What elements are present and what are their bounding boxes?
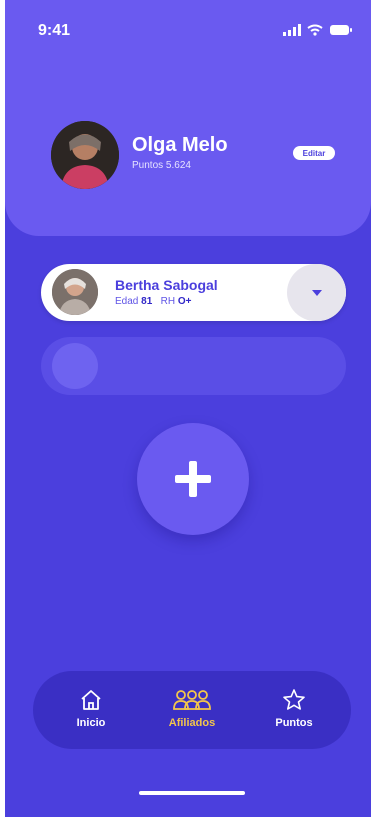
people-icon: [173, 690, 211, 710]
age-value: 81: [141, 296, 153, 307]
home-icon: [81, 690, 101, 710]
affiliate-dropdown-button[interactable]: [287, 264, 346, 321]
profile-photo: [51, 121, 119, 189]
wifi-icon: [307, 24, 323, 36]
chevron-down-icon: [311, 289, 322, 296]
signal-icon: [283, 24, 301, 36]
affiliate-card[interactable]: Bertha Sabogal Edad 81 RH O+: [41, 264, 346, 321]
edit-profile-button[interactable]: Editar: [293, 146, 335, 160]
tab-puntos[interactable]: Puntos: [259, 688, 329, 729]
rh-value: O+: [177, 296, 192, 307]
app-screen: 9:41 Olga Melo Puntos 5.624 Editar Berth…: [5, 0, 371, 817]
profile-points: Puntos 5.624: [132, 160, 191, 171]
rh-label: RH: [160, 296, 176, 307]
status-icons: [283, 24, 353, 36]
tab-inicio-label: Inicio: [76, 717, 106, 729]
battery-icon: [330, 25, 352, 35]
age-label: Edad: [115, 296, 139, 307]
tab-afiliados-label: Afiliados: [168, 717, 216, 729]
profile-avatar[interactable]: [51, 121, 119, 189]
star-icon: [283, 689, 305, 710]
add-affiliate-button[interactable]: [137, 423, 249, 535]
empty-affiliate-slot: [41, 337, 346, 395]
bottom-tab-bar: Inicio Afiliados Puntos: [33, 671, 351, 749]
tab-inicio[interactable]: Inicio: [56, 688, 126, 729]
status-time: 9:41: [38, 22, 71, 39]
tab-puntos-label: Puntos: [275, 717, 313, 729]
profile-name: Olga Melo: [132, 134, 228, 156]
affiliate-details: Edad 81 RH O+: [115, 296, 191, 307]
affiliate-avatar: [52, 269, 98, 315]
affiliate-name: Bertha Sabogal: [115, 277, 218, 293]
home-indicator: [139, 791, 245, 795]
empty-avatar-placeholder: [52, 343, 98, 389]
plus-icon: [175, 461, 211, 497]
affiliate-photo: [52, 269, 98, 315]
profile-header: 9:41 Olga Melo Puntos 5.624 Editar: [5, 0, 371, 236]
tab-afiliados[interactable]: Afiliados: [157, 688, 227, 729]
